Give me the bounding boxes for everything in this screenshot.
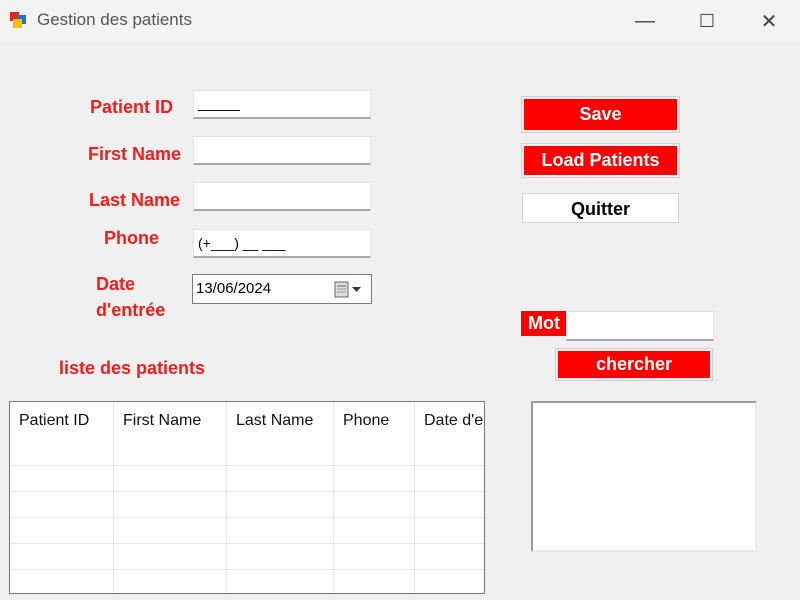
- phone-field[interactable]: (+___) __ ___: [193, 229, 371, 258]
- column-header-phone[interactable]: Phone: [334, 402, 415, 465]
- close-button[interactable]: ✕: [738, 0, 800, 42]
- save-button[interactable]: Save: [521, 96, 680, 133]
- quit-button[interactable]: Quitter: [522, 193, 679, 223]
- patients-grid[interactable]: Patient ID First Name Last Name Phone Da…: [9, 401, 485, 594]
- load-patients-button[interactable]: Load Patients: [521, 143, 680, 178]
- patients-list-title: liste des patients: [59, 358, 206, 378]
- table-row[interactable]: [10, 491, 484, 518]
- window-title: Gestion des patients: [37, 10, 192, 29]
- maximize-button[interactable]: ☐: [676, 0, 738, 42]
- date-picker[interactable]: 13/06/2024: [192, 274, 372, 304]
- patient-id-label: Patient ID: [90, 97, 174, 117]
- last-name-field[interactable]: [193, 182, 371, 211]
- calendar-dropdown-icon[interactable]: [334, 281, 366, 299]
- phone-label: Phone: [104, 228, 160, 248]
- date-label-line2: d'entrée: [96, 300, 166, 320]
- date-picker-value: 13/06/2024: [196, 280, 272, 297]
- table-row[interactable]: [10, 569, 484, 593]
- search-results-listbox[interactable]: [531, 401, 757, 552]
- search-label: Mot: [521, 311, 567, 336]
- title-bar: Gestion des patients — ☐ ✕: [0, 0, 800, 42]
- table-row[interactable]: [10, 517, 484, 544]
- column-header-first-name[interactable]: First Name: [114, 402, 227, 465]
- minimize-button[interactable]: —: [614, 0, 676, 42]
- search-button[interactable]: chercher: [555, 348, 713, 381]
- patient-id-field[interactable]: _____: [193, 90, 371, 119]
- first-name-field[interactable]: [193, 136, 371, 165]
- search-input[interactable]: [566, 311, 714, 341]
- first-name-label: First Name: [88, 144, 182, 164]
- date-label-line1: Date: [96, 274, 136, 294]
- column-header-date[interactable]: Date d'en: [415, 402, 484, 465]
- column-header-patient-id[interactable]: Patient ID: [10, 402, 114, 465]
- app-icon: [10, 12, 26, 28]
- last-name-label: Last Name: [89, 190, 181, 210]
- table-row[interactable]: [10, 465, 484, 492]
- column-header-last-name[interactable]: Last Name: [227, 402, 334, 465]
- table-row[interactable]: [10, 543, 484, 570]
